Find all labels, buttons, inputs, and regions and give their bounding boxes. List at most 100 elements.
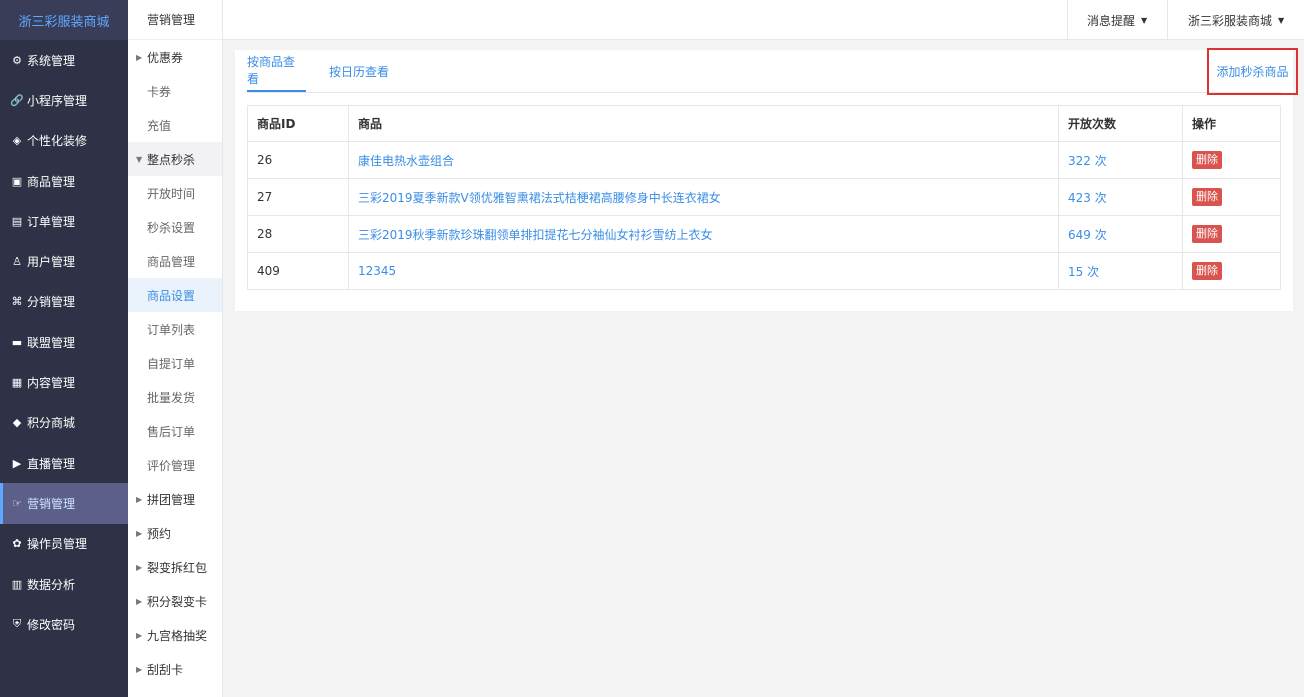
cell-product: 康佳电热水壶组合 xyxy=(348,141,1059,179)
submenu-item[interactable]: ▶ 预约 xyxy=(128,516,222,550)
cell-action: 删除 xyxy=(1182,252,1281,290)
product-link[interactable]: 康佳电热水壶组合 xyxy=(358,154,454,168)
play-icon: ▶ xyxy=(12,456,22,470)
messages-label: 消息提醒 xyxy=(1087,13,1136,28)
cell-id: 409 xyxy=(247,252,349,290)
submenu-item[interactable]: 自提订单 xyxy=(128,346,222,380)
chevron-down-icon: ▼ xyxy=(1141,15,1148,25)
submenu-item[interactable]: 充值 xyxy=(128,108,222,142)
tab-by-calendar[interactable]: 按日历查看 xyxy=(329,50,389,92)
store-dropdown[interactable]: 浙三彩服装商城 ▼ xyxy=(1167,0,1304,40)
sidebar-item[interactable]: ◈ 个性化装修 xyxy=(0,121,128,161)
caret-down-icon: ▼ xyxy=(136,154,143,164)
product-link[interactable]: 三彩2019秋季新款珍珠翻领单排扣提花七分袖仙女衬衫雪纺上衣女 xyxy=(358,228,713,242)
submenu-item[interactable]: ▶ 拼团管理 xyxy=(128,482,222,516)
cog-icon: ✿ xyxy=(12,537,22,551)
sidebar-item[interactable]: ⚙ 系统管理 xyxy=(0,40,128,80)
submenu-item[interactable]: ▼ 整点秒杀 xyxy=(128,142,222,176)
submenu-item-label: 秒杀设置 xyxy=(147,220,196,235)
caret-right-icon: ▶ xyxy=(136,562,143,572)
delete-button[interactable]: 删除 xyxy=(1192,225,1222,243)
table-row: 26 康佳电热水壶组合 322 次 删除 xyxy=(247,141,1281,179)
submenu-item[interactable]: 订单列表 xyxy=(128,312,222,346)
sidebar-item-label: 修改密码 xyxy=(27,617,76,632)
sidebar-item[interactable]: ✿ 操作员管理 xyxy=(0,524,128,564)
submenu-item[interactable]: 商品管理 xyxy=(128,244,222,278)
sidebar-item-label: 联盟管理 xyxy=(27,335,76,350)
table-header-row: 商品ID 商品 开放次数 操作 xyxy=(247,105,1281,142)
column-header-count: 开放次数 xyxy=(1058,105,1183,142)
sidebar-item-label: 直播管理 xyxy=(27,456,76,471)
sidebar-item[interactable]: ▤ 订单管理 xyxy=(0,201,128,241)
sidebar-item[interactable]: 🔗 小程序管理 xyxy=(0,80,128,120)
submenu-item-label: 九宫格抽奖 xyxy=(147,628,208,643)
sidebar-item[interactable]: ⌘ 分销管理 xyxy=(0,282,128,322)
cell-action: 删除 xyxy=(1182,215,1281,253)
delete-button[interactable]: 删除 xyxy=(1192,188,1222,206)
table-row: 28 三彩2019秋季新款珍珠翻领单排扣提花七分袖仙女衬衫雪纺上衣女 649 次… xyxy=(247,215,1281,253)
messages-dropdown[interactable]: 消息提醒 ▼ xyxy=(1067,0,1168,40)
cell-product: 三彩2019秋季新款珍珠翻领单排扣提花七分袖仙女衬衫雪纺上衣女 xyxy=(348,215,1059,253)
caret-right-icon: ▶ xyxy=(136,630,143,640)
submenu-item[interactable]: ▶ 优惠券 xyxy=(128,40,222,74)
submenu-item[interactable]: 评价管理 xyxy=(128,448,222,482)
sidebar-item[interactable]: ▣ 商品管理 xyxy=(0,161,128,201)
content-panel: 按商品查看 按日历查看 添加秒杀商品 商品ID 商品 开放次数 操作 26 康佳… xyxy=(235,48,1298,311)
column-header-id: 商品ID xyxy=(247,105,349,142)
submenu-item[interactable]: ▶ 九宫格抽奖 xyxy=(128,618,222,652)
brand-title[interactable]: 浙三彩服装商城 xyxy=(0,0,128,40)
column-header-action: 操作 xyxy=(1182,105,1281,142)
caret-right-icon: ▶ xyxy=(136,596,143,606)
megaphone-icon: ☞ xyxy=(12,496,22,510)
submenu-item-label: 预约 xyxy=(147,526,172,541)
tab-by-product[interactable]: 按商品查看 xyxy=(247,50,306,92)
sidebar-item-label: 商品管理 xyxy=(27,174,76,189)
submenu-item-label: 卡券 xyxy=(147,84,172,99)
product-link[interactable]: 三彩2019夏季新款V领优雅智熏裙法式桔梗裙高腰修身中长连衣裙女 xyxy=(358,191,721,205)
submenu-item-label: 商品管理 xyxy=(147,254,196,269)
sidebar-item-label: 数据分析 xyxy=(27,577,76,592)
sidebar-item[interactable]: ▶ 直播管理 xyxy=(0,443,128,483)
sidebar-item[interactable]: ☞ 营销管理 xyxy=(0,483,128,524)
add-flash-sale-button[interactable]: 添加秒杀商品 xyxy=(1207,48,1298,95)
sidebar-item[interactable]: ▬ 联盟管理 xyxy=(0,322,128,362)
store-label: 浙三彩服装商城 xyxy=(1188,13,1273,28)
sidebar-item[interactable]: ▥ 数据分析 xyxy=(0,564,128,604)
sidebar-item[interactable]: ▦ 内容管理 xyxy=(0,362,128,402)
submenu-item[interactable]: 开放时间 xyxy=(128,176,222,210)
count-link[interactable]: 423 次 xyxy=(1068,191,1107,205)
caret-right-icon: ▶ xyxy=(136,494,143,504)
submenu-item[interactable]: 卡券 xyxy=(128,74,222,108)
shield-icon: ⛨ xyxy=(12,617,22,631)
column-header-product: 商品 xyxy=(348,105,1059,142)
table-row: 27 三彩2019夏季新款V领优雅智熏裙法式桔梗裙高腰修身中长连衣裙女 423 … xyxy=(247,178,1281,216)
submenu-item-label: 开放时间 xyxy=(147,186,196,201)
sidebar-item[interactable]: ♙ 用户管理 xyxy=(0,241,128,281)
submenu-item-label: 售后订单 xyxy=(147,424,196,439)
sidebar-item-label: 积分商城 xyxy=(27,416,76,431)
submenu-item[interactable]: ▶ 裂变拆红包 xyxy=(128,550,222,584)
delete-button[interactable]: 删除 xyxy=(1192,262,1222,280)
submenu-item[interactable]: 批量发货 xyxy=(128,380,222,414)
cell-id: 28 xyxy=(247,215,349,253)
submenu-item-label: 拼团管理 xyxy=(147,492,196,507)
sub-sidebar: 营销管理 ▶ 优惠券卡券充值 ▼ 整点秒杀开放时间秒杀设置商品管理商品设置 订单列表 自提… xyxy=(128,0,223,697)
submenu-item[interactable]: ▶ 积分裂变卡 xyxy=(128,584,222,618)
submenu-item[interactable]: 秒杀设置 xyxy=(128,210,222,244)
cell-action: 删除 xyxy=(1182,141,1281,179)
cell-count: 423 次 xyxy=(1058,178,1183,216)
delete-button[interactable]: 删除 xyxy=(1192,151,1222,169)
sidebar-item[interactable]: ◆ 积分商城 xyxy=(0,403,128,443)
submenu-header: 营销管理 xyxy=(128,0,222,40)
count-link[interactable]: 322 次 xyxy=(1068,154,1107,168)
count-link[interactable]: 649 次 xyxy=(1068,228,1107,242)
list-icon: ▤ xyxy=(11,214,23,228)
submenu-item[interactable]: ▶ 刮刮卡 xyxy=(128,652,222,686)
submenu-item[interactable]: 商品设置 xyxy=(128,278,222,312)
count-link[interactable]: 15 次 xyxy=(1068,265,1099,279)
product-link[interactable]: 12345 xyxy=(358,264,396,278)
sidebar-item[interactable]: ⛨ 修改密码 xyxy=(0,604,128,644)
submenu-item[interactable]: 售后订单 xyxy=(128,414,222,448)
cell-count: 322 次 xyxy=(1058,141,1183,179)
cell-action: 删除 xyxy=(1182,178,1281,216)
